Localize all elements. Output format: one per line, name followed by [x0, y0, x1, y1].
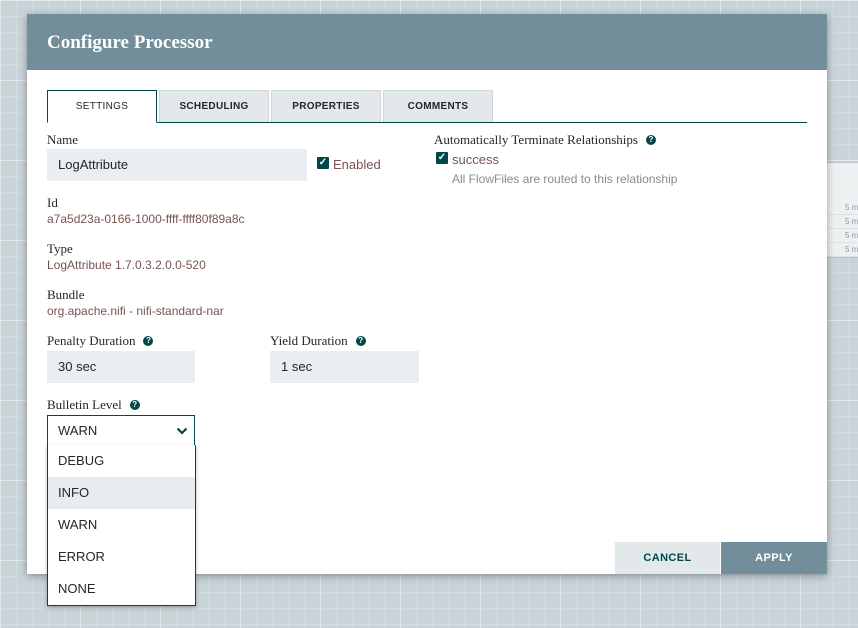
- stat-row: 5 m: [827, 201, 858, 215]
- option-info[interactable]: INFO: [48, 477, 195, 509]
- option-warn[interactable]: WARN: [48, 509, 195, 541]
- help-icon[interactable]: ?: [129, 400, 140, 411]
- chevron-down-icon: [176, 427, 188, 435]
- cancel-button[interactable]: CANCEL: [615, 542, 720, 574]
- relationship-name: success: [452, 152, 499, 167]
- option-error[interactable]: ERROR: [48, 541, 195, 573]
- tab-properties[interactable]: PROPERTIES: [271, 90, 381, 122]
- option-debug[interactable]: DEBUG: [48, 445, 195, 477]
- enabled-checkbox[interactable]: ✓: [317, 157, 329, 169]
- id-value: a7a5d23a-0166-1000-ffff-ffff80f89a8c: [47, 212, 245, 226]
- bulletin-level-select[interactable]: WARN: [47, 415, 195, 447]
- stat-row: 5 m: [827, 229, 858, 243]
- enabled-label: Enabled: [333, 157, 381, 172]
- auto-terminate-text: Automatically Terminate Relationships: [434, 132, 638, 147]
- bulletin-level-label: Bulletin Level?: [47, 397, 140, 413]
- name-label: Name: [47, 132, 79, 147]
- tab-settings[interactable]: SETTINGS: [47, 90, 157, 123]
- yield-duration-text: Yield Duration: [270, 333, 348, 348]
- help-icon[interactable]: ?: [645, 135, 656, 146]
- id-label: Id: [47, 195, 58, 210]
- tab-comments[interactable]: COMMENTS: [383, 90, 493, 122]
- yield-duration-input[interactable]: 1 sec: [270, 351, 419, 383]
- penalty-duration-label: Penalty Duration?: [47, 333, 154, 349]
- canvas-stats-panel: 5 m 5 m 5 m 5 m: [826, 162, 858, 258]
- penalty-duration-text: Penalty Duration: [47, 333, 136, 348]
- penalty-duration-input[interactable]: 30 sec: [47, 351, 195, 383]
- bulletin-level-value: WARN: [58, 423, 98, 438]
- stat-row: 5 m: [827, 243, 858, 257]
- apply-button[interactable]: APPLY: [721, 542, 827, 574]
- option-none[interactable]: NONE: [48, 573, 195, 605]
- success-relationship-checkbox[interactable]: ✓: [436, 152, 448, 164]
- relationship-description: All FlowFiles are routed to this relatio…: [452, 172, 678, 186]
- help-icon[interactable]: ?: [143, 336, 154, 347]
- tab-bar: SETTINGS SCHEDULING PROPERTIES COMMENTS: [47, 90, 807, 123]
- type-value: LogAttribute 1.7.0.3.2.0.0-520: [47, 258, 206, 272]
- name-input[interactable]: LogAttribute: [47, 149, 307, 181]
- tab-scheduling[interactable]: SCHEDULING: [159, 90, 269, 122]
- bundle-value: org.apache.nifi - nifi-standard-nar: [47, 304, 224, 318]
- yield-duration-label: Yield Duration?: [270, 333, 366, 349]
- bulletin-level-options: DEBUG INFO WARN ERROR NONE: [47, 445, 196, 606]
- type-label: Type: [47, 241, 73, 256]
- bundle-label: Bundle: [47, 287, 85, 302]
- help-icon[interactable]: ?: [355, 336, 366, 347]
- stat-row: 5 m: [827, 215, 858, 229]
- bulletin-level-text: Bulletin Level: [47, 397, 122, 412]
- auto-terminate-label: Automatically Terminate Relationships?: [434, 132, 656, 148]
- dialog-title: Configure Processor: [27, 14, 827, 70]
